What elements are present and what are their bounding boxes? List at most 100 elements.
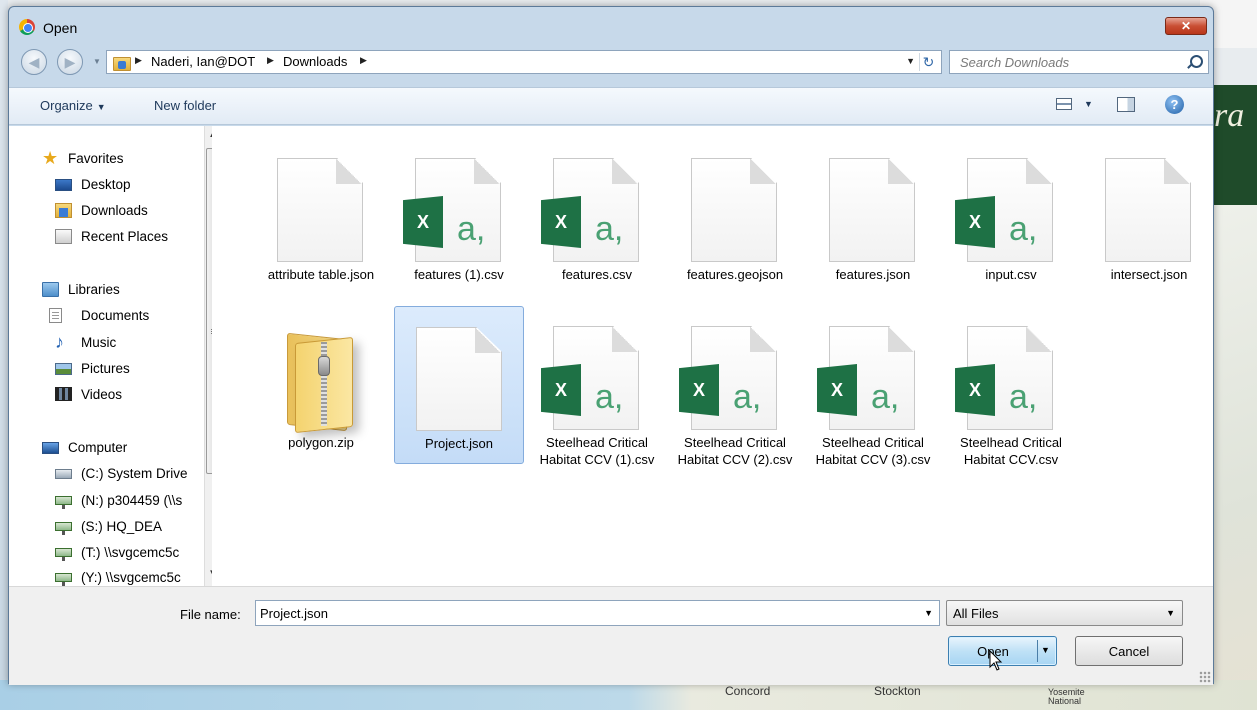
file-item[interactable]: Xa, Steelhead Critical Habitat CCV.csv [946, 306, 1076, 467]
forward-arrow-icon: ▶ [64, 54, 76, 70]
blank-document-icon [1105, 158, 1191, 262]
change-view-icon[interactable] [1056, 98, 1072, 110]
sidebar-item-label: Music [81, 335, 117, 350]
chevron-down-icon: ▼ [1166, 608, 1175, 618]
open-options-chevron-icon[interactable]: ▼ [1041, 645, 1050, 655]
address-dropdown-icon[interactable]: ▼ [906, 56, 915, 66]
scroll-down-icon[interactable]: ▼ [205, 566, 212, 580]
pictures-icon [55, 363, 72, 375]
refresh-icon[interactable]: ↻ [919, 53, 937, 71]
file-name: input.csv [985, 267, 1037, 282]
dialog-content: ★ Favorites Desktop Downloads Recent Plac… [9, 126, 1213, 586]
recent-locations-chevron-icon[interactable]: ▼ [93, 57, 101, 66]
scrollbar-thumb[interactable] [206, 148, 212, 474]
file-item[interactable]: attribute table.json [256, 138, 386, 296]
breadcrumb-separator-icon[interactable]: ▶ [360, 55, 367, 66]
file-item[interactable]: features.geojson [670, 138, 800, 296]
file-item[interactable]: Xa, Steelhead Critical Habitat CCV (1).cs… [532, 306, 662, 467]
search-input[interactable] [950, 51, 1180, 73]
mouse-cursor-icon [989, 650, 1003, 671]
file-list: attribute table.json Xa, features (1).csv X… [221, 126, 1215, 586]
blank-document-icon [277, 158, 363, 262]
file-item[interactable]: polygon.zip [256, 306, 386, 464]
file-name: Steelhead Critical Habitat CCV (2).csv [677, 435, 793, 467]
forward-button[interactable]: ▶ [57, 49, 83, 75]
computer-icon [42, 442, 59, 454]
file-item[interactable]: intersect.json [1084, 138, 1214, 296]
blank-document-icon [691, 158, 777, 262]
new-folder-button[interactable]: New folder [154, 98, 216, 113]
excel-csv-icon: Xa, [403, 158, 501, 262]
breadcrumb-separator-icon[interactable]: ▶ [135, 55, 142, 66]
network-drive-icon [55, 496, 72, 509]
map-label-concord: Concord [725, 684, 771, 698]
file-name: attribute table.json [267, 267, 375, 282]
file-item[interactable]: Xa, Steelhead Critical Habitat CCV (3).cs… [808, 306, 938, 467]
close-button[interactable]: ✕ [1165, 17, 1207, 35]
cancel-label: Cancel [1108, 644, 1150, 659]
hard-drive-icon [55, 469, 72, 479]
file-item[interactable]: features.json [808, 138, 938, 296]
chrome-icon [19, 19, 35, 35]
file-name: Steelhead Critical Habitat CCV (3).csv [815, 435, 931, 467]
file-item[interactable]: Xa, features (1).csv [394, 138, 524, 296]
command-bar: Organize ▼ New folder ▼ ? [9, 87, 1213, 125]
sidebar-item-label: (C:) System Drive [81, 466, 188, 481]
file-item[interactable]: Project.json [394, 306, 524, 464]
organize-button[interactable]: Organize ▼ [40, 98, 106, 113]
blank-document-icon [829, 158, 915, 262]
back-button[interactable]: ◀ [21, 49, 47, 75]
organize-label: Organize [40, 98, 93, 113]
file-type-value: All Files [953, 606, 999, 621]
title-bar[interactable]: Open ✕ [9, 7, 1213, 43]
zip-folder-icon [277, 326, 363, 434]
search-icon[interactable] [1186, 54, 1203, 70]
desktop-icon [55, 179, 72, 191]
breadcrumb-user[interactable]: Naderi, Ian@DOT [151, 54, 255, 69]
resize-grip-icon[interactable] [1199, 671, 1211, 683]
navigation-pane: ★ Favorites Desktop Downloads Recent Plac… [9, 126, 212, 586]
background-map [1212, 205, 1257, 710]
address-bar[interactable]: ▶ Naderi, Ian@DOT ▶ Downloads ▶ ▼ ↻ [106, 50, 942, 74]
breadcrumb-downloads[interactable]: Downloads [283, 54, 347, 69]
cancel-button[interactable]: Cancel [1075, 636, 1183, 666]
help-icon[interactable]: ? [1165, 95, 1184, 114]
file-type-select[interactable]: All Files ▼ [946, 600, 1183, 626]
view-options-chevron-icon[interactable]: ▼ [1084, 99, 1093, 109]
documents-icon [49, 308, 62, 323]
preview-pane-icon[interactable] [1117, 97, 1135, 112]
breadcrumb-separator-icon[interactable]: ▶ [267, 55, 274, 66]
background-page [0, 0, 8, 680]
open-file-dialog: Open ✕ ◀ ▶ ▼ ▶ Naderi, Ian@DOT ▶ Downloa… [8, 6, 1214, 685]
network-drive-icon [55, 522, 72, 535]
file-name-combobox[interactable]: ▼ [255, 600, 940, 626]
file-name-input[interactable] [256, 601, 906, 625]
excel-csv-icon: Xa, [817, 326, 915, 430]
excel-csv-icon: Xa, [679, 326, 777, 430]
navigation-bar: ◀ ▶ ▼ ▶ Naderi, Ian@DOT ▶ Downloads ▶ ▼ … [9, 47, 1213, 77]
sidebar-item-label: (N:) p304459 (\\s [81, 493, 183, 508]
downloads-folder-icon [55, 203, 72, 218]
file-name: Steelhead Critical Habitat CCV.csv [960, 435, 1062, 467]
sidebar-item-label: Computer [68, 440, 128, 455]
search-box[interactable] [949, 50, 1209, 74]
libraries-icon [42, 282, 59, 297]
sidebar-item-label: Favorites [68, 151, 124, 166]
sidebar-item-label: Documents [81, 308, 150, 323]
network-drive-icon [55, 548, 72, 561]
chevron-down-icon[interactable]: ▼ [924, 608, 933, 618]
network-drive-icon [55, 573, 72, 586]
chevron-down-icon: ▼ [96, 102, 106, 112]
sidebar-item-label: Desktop [81, 177, 131, 192]
scroll-up-icon[interactable]: ▲ [205, 128, 212, 142]
file-item[interactable]: Xa, features.csv [532, 138, 662, 296]
videos-icon [55, 387, 72, 401]
file-name: intersect.json [1110, 267, 1188, 282]
dialog-title: Open [43, 20, 78, 36]
map-label-stockton: Stockton [874, 684, 921, 698]
sidebar-item-label: (T:) \\svgcemc5c [81, 545, 180, 560]
navigation-scrollbar[interactable]: ▲ ▼ [204, 126, 212, 586]
excel-csv-icon: Xa, [541, 326, 639, 430]
file-item[interactable]: Xa, Steelhead Critical Habitat CCV (2).cs… [670, 306, 800, 467]
file-item[interactable]: Xa, input.csv [946, 138, 1076, 296]
